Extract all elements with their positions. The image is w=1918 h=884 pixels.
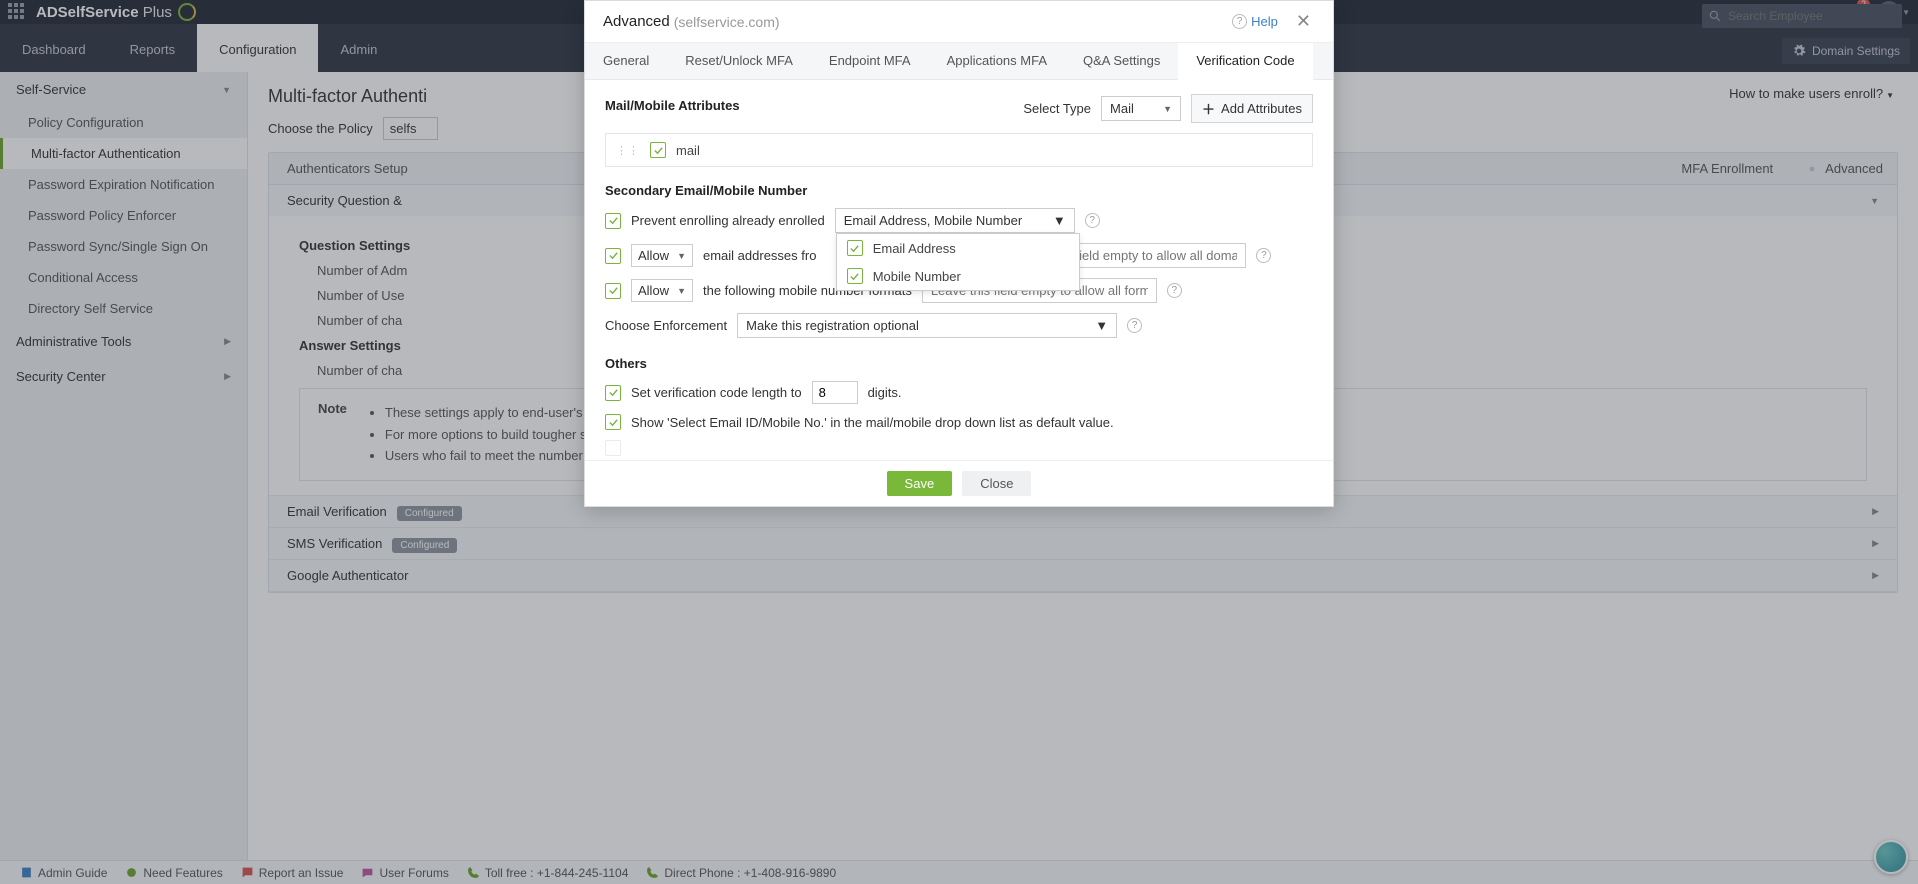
modal-subtitle: (selfservice.com) [674,14,780,30]
prevent-checkbox[interactable] [605,213,621,229]
allow-select-2[interactable]: Allow▼ [631,279,693,302]
modal-close-button[interactable]: ✕ [1292,11,1315,32]
advanced-modal: Advanced (selfservice.com) ? Help ✕ Gene… [584,0,1334,507]
modal-help-link[interactable]: ? Help [1232,14,1278,29]
mail-attr-title: Mail/Mobile Attributes [605,98,740,113]
help-icon[interactable]: ? [1127,318,1142,333]
help-icon[interactable]: ? [1167,283,1182,298]
prevent-dropdown-options: Email Address Mobile Number [836,233,1080,291]
modal-body: Mail/Mobile Attributes Select Type Mail▼… [585,80,1333,460]
opt-checkbox[interactable] [847,240,863,256]
help-icon[interactable]: ? [1256,248,1271,263]
show-default-checkbox[interactable] [605,414,621,430]
modal-tabs: GeneralReset/Unlock MFAEndpoint MFAAppli… [585,43,1333,80]
others-title: Others [605,356,1313,371]
mobile-format-checkbox[interactable] [605,283,621,299]
prevent-dropdown[interactable]: Email Address, Mobile Number▼ Email Addr… [835,208,1075,233]
opt-checkbox[interactable] [847,268,863,284]
secondary-title: Secondary Email/Mobile Number [605,183,1313,198]
code-length-suffix: digits. [868,385,902,400]
attr-value: mail [676,143,700,158]
code-length-checkbox[interactable] [605,385,621,401]
option-email-address[interactable]: Email Address [837,234,1079,262]
modal-tab-q-a-settings[interactable]: Q&A Settings [1065,43,1178,79]
select-type-label: Select Type [1023,101,1091,116]
modal-overlay: Advanced (selfservice.com) ? Help ✕ Gene… [0,0,1918,884]
plus-icon: ＋ [1202,99,1215,118]
modal-tab-general[interactable]: General [585,43,667,79]
drag-handle-icon[interactable]: ⋮⋮ [616,144,640,157]
partial-checkbox[interactable] [605,440,621,456]
save-button[interactable]: Save [887,471,953,496]
email-domain-checkbox[interactable] [605,248,621,264]
allow-select-1[interactable]: Allow▼ [631,244,693,267]
email-domain-text: email addresses fro [703,248,816,263]
modal-tab-verification-code[interactable]: Verification Code [1178,43,1312,80]
show-default-label: Show 'Select Email ID/Mobile No.' in the… [631,415,1114,430]
attr-checkbox[interactable] [650,142,666,158]
close-button[interactable]: Close [962,471,1031,496]
help-icon[interactable]: ? [1085,213,1100,228]
code-length-input[interactable] [812,381,858,404]
enforcement-dropdown[interactable]: Make this registration optional▼ [737,313,1117,338]
help-icon: ? [1232,14,1247,29]
modal-tab-endpoint-mfa[interactable]: Endpoint MFA [811,43,929,79]
email-domain-input[interactable] [1066,243,1246,268]
select-type-dropdown[interactable]: Mail▼ [1101,96,1181,121]
add-attributes-button[interactable]: ＋Add Attributes [1191,94,1313,123]
modal-tab-applications-mfa[interactable]: Applications MFA [929,43,1065,79]
modal-tab-reset-unlock-mfa[interactable]: Reset/Unlock MFA [667,43,811,79]
prevent-label: Prevent enrolling already enrolled [631,213,825,228]
choose-enforcement-label: Choose Enforcement [605,318,727,333]
modal-title: Advanced [603,13,670,30]
option-mobile-number[interactable]: Mobile Number [837,262,1079,290]
code-length-prefix: Set verification code length to [631,385,802,400]
attribute-row: ⋮⋮ mail [605,133,1313,167]
